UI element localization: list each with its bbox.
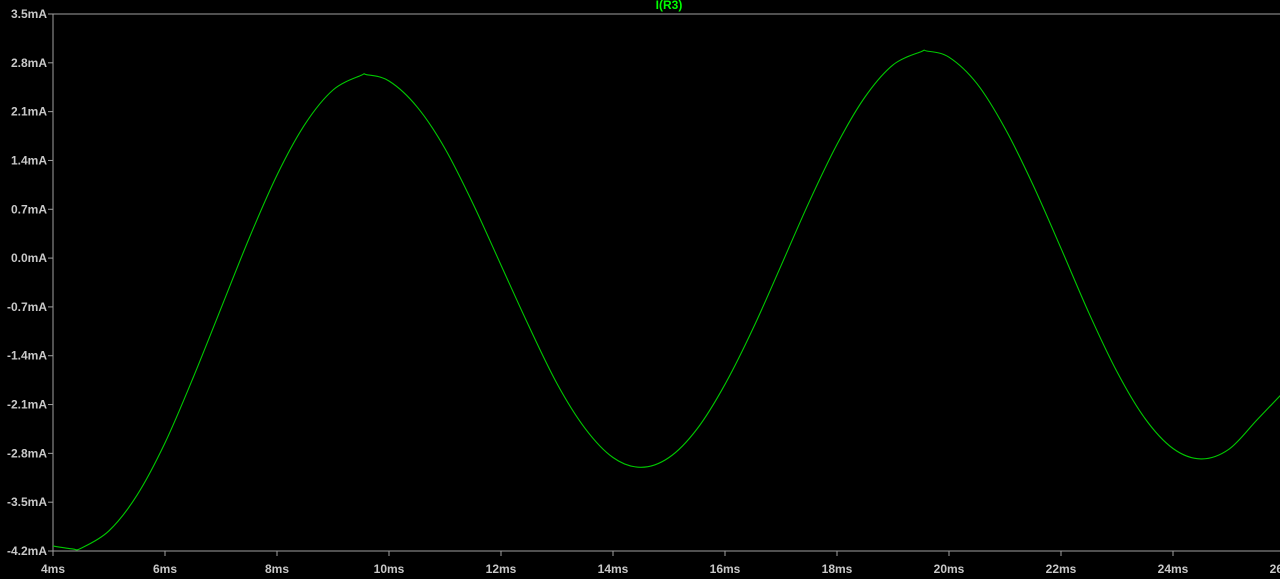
x-tick-label: 26ms: [1270, 562, 1280, 576]
y-tick-label: 0.0mA: [11, 251, 47, 265]
x-tick-label: 10ms: [374, 562, 405, 576]
y-tick-label: -0.7mA: [7, 300, 47, 314]
y-tick-label: -2.8mA: [7, 446, 47, 460]
x-tick-label: 8ms: [265, 562, 289, 576]
x-tick-label: 14ms: [598, 562, 629, 576]
x-tick-label: 22ms: [1046, 562, 1077, 576]
y-tick-label: 2.1mA: [11, 105, 47, 119]
waveform-chart: I(R3) 3.5mA 2.8mA 2.1mA 1.4mA 0.7mA 0.0mA -0.7…: [7, 0, 1280, 576]
y-tick-label: -3.5mA: [7, 495, 47, 509]
x-tick-label: 18ms: [822, 562, 853, 576]
series-line-i-r3: [52, 49, 1280, 551]
x-tick-label: 16ms: [710, 562, 741, 576]
y-tick-label: -1.4mA: [7, 349, 47, 363]
series-group: [52, 49, 1280, 551]
y-tick-label: 2.8mA: [11, 56, 47, 70]
y-tick-label: -2.1mA: [7, 398, 47, 412]
y-tick-label: -4.2mA: [7, 544, 47, 558]
y-tick-label: 1.4mA: [11, 153, 47, 167]
y-tick-label: 0.7mA: [11, 202, 47, 216]
tick-labels: 3.5mA 2.8mA 2.1mA 1.4mA 0.7mA 0.0mA -0.7mA -1.4…: [7, 7, 1280, 576]
x-tick-label: 4ms: [41, 562, 65, 576]
x-tick-label: 6ms: [153, 562, 177, 576]
chart-title: I(R3): [656, 0, 683, 12]
x-tick-label: 20ms: [934, 562, 965, 576]
axes: [48, 13, 1280, 556]
x-tick-label: 12ms: [486, 562, 517, 576]
x-tick-label: 24ms: [1158, 562, 1189, 576]
y-tick-label: 3.5mA: [11, 7, 47, 21]
